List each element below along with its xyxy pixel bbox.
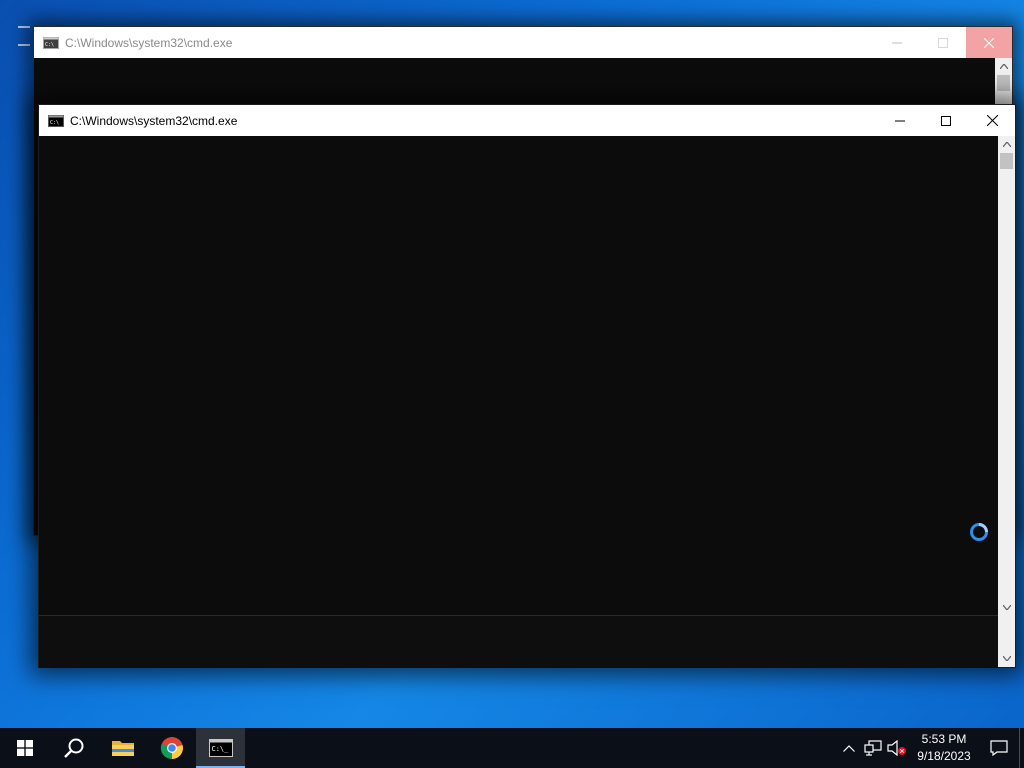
network-button[interactable]: [861, 728, 885, 768]
console-output-lower[interactable]: [39, 616, 999, 668]
maximize-button[interactable]: [923, 105, 969, 136]
minimize-icon: [895, 120, 905, 121]
chevron-up-icon: [1002, 142, 1011, 147]
clock[interactable]: 5:53 PM 9/18/2023: [913, 728, 975, 768]
minimize-button[interactable]: [877, 105, 923, 136]
windows-logo-icon: [16, 740, 33, 756]
window-title: C:\Windows\system32\cmd.exe: [70, 113, 238, 128]
maximize-button[interactable]: [920, 27, 966, 58]
close-button[interactable]: [966, 27, 1012, 58]
chevron-up-icon: [843, 744, 855, 752]
file-explorer-button[interactable]: [98, 728, 147, 768]
minimize-button[interactable]: [874, 27, 920, 58]
chevron-down-icon: [1002, 656, 1011, 661]
scroll-up-arrow[interactable]: [998, 136, 1015, 153]
cmd-window-foreground[interactable]: C:\ C:\Windows\system32\cmd.exe: [38, 104, 1016, 668]
folder-icon: [111, 741, 134, 756]
svg-text:C:\: C:\: [45, 42, 54, 48]
show-hidden-icons-button[interactable]: [837, 728, 861, 768]
maximize-icon: [938, 37, 948, 48]
taskbar: C:\_ 5:53 PM 9/18/2023: [0, 728, 1024, 768]
scroll-thumb[interactable]: [1000, 153, 1013, 169]
loading-spinner-icon: [970, 523, 988, 541]
svg-text:C:\: C:\: [50, 120, 59, 126]
cmd-icon: C:\_: [208, 739, 233, 757]
titlebar[interactable]: C:\ C:\Windows\system32\cmd.exe: [39, 105, 1015, 136]
action-center-button[interactable]: [979, 728, 1019, 768]
close-icon: [986, 115, 998, 126]
chrome-button[interactable]: [147, 728, 196, 768]
volume-muted-icon: [887, 740, 906, 756]
chevron-down-icon: [1002, 605, 1011, 610]
chrome-icon: [160, 737, 183, 760]
console-output[interactable]: [39, 136, 998, 667]
cmd-icon: C:\: [48, 114, 64, 127]
system-tray: 5:53 PM 9/18/2023: [837, 728, 1024, 768]
volume-button[interactable]: [885, 728, 909, 768]
command-prompt-taskbar-button[interactable]: C:\_: [196, 728, 245, 768]
show-desktop-button[interactable]: [1019, 728, 1024, 768]
vertical-scrollbar[interactable]: [998, 136, 1015, 667]
clock-time: 5:53 PM: [921, 732, 967, 746]
desktop: C:\ C:\Windows\system32\cmd.exe C:\ C:\W…: [0, 0, 1024, 728]
svg-text:C:\_: C:\_: [211, 745, 229, 753]
scroll-thumb[interactable]: [997, 75, 1010, 91]
start-button[interactable]: [0, 728, 49, 768]
cmd-icon: C:\: [43, 36, 59, 49]
minimize-icon: [892, 42, 902, 43]
network-icon: [864, 740, 882, 756]
chevron-up-icon: [999, 64, 1008, 69]
search-icon: [63, 738, 83, 758]
scroll-down-arrow-lower[interactable]: [998, 650, 1015, 667]
clock-date: 9/18/2023: [917, 749, 971, 763]
search-button[interactable]: [49, 728, 98, 768]
titlebar[interactable]: C:\ C:\Windows\system32\cmd.exe: [34, 27, 1012, 58]
scroll-down-arrow[interactable]: [998, 599, 1015, 616]
close-icon: [984, 37, 994, 48]
notification-icon: [990, 740, 1008, 756]
close-button[interactable]: [969, 105, 1015, 136]
window-title: C:\Windows\system32\cmd.exe: [65, 35, 233, 50]
maximize-icon: [941, 115, 951, 126]
scroll-up-arrow[interactable]: [995, 58, 1012, 75]
